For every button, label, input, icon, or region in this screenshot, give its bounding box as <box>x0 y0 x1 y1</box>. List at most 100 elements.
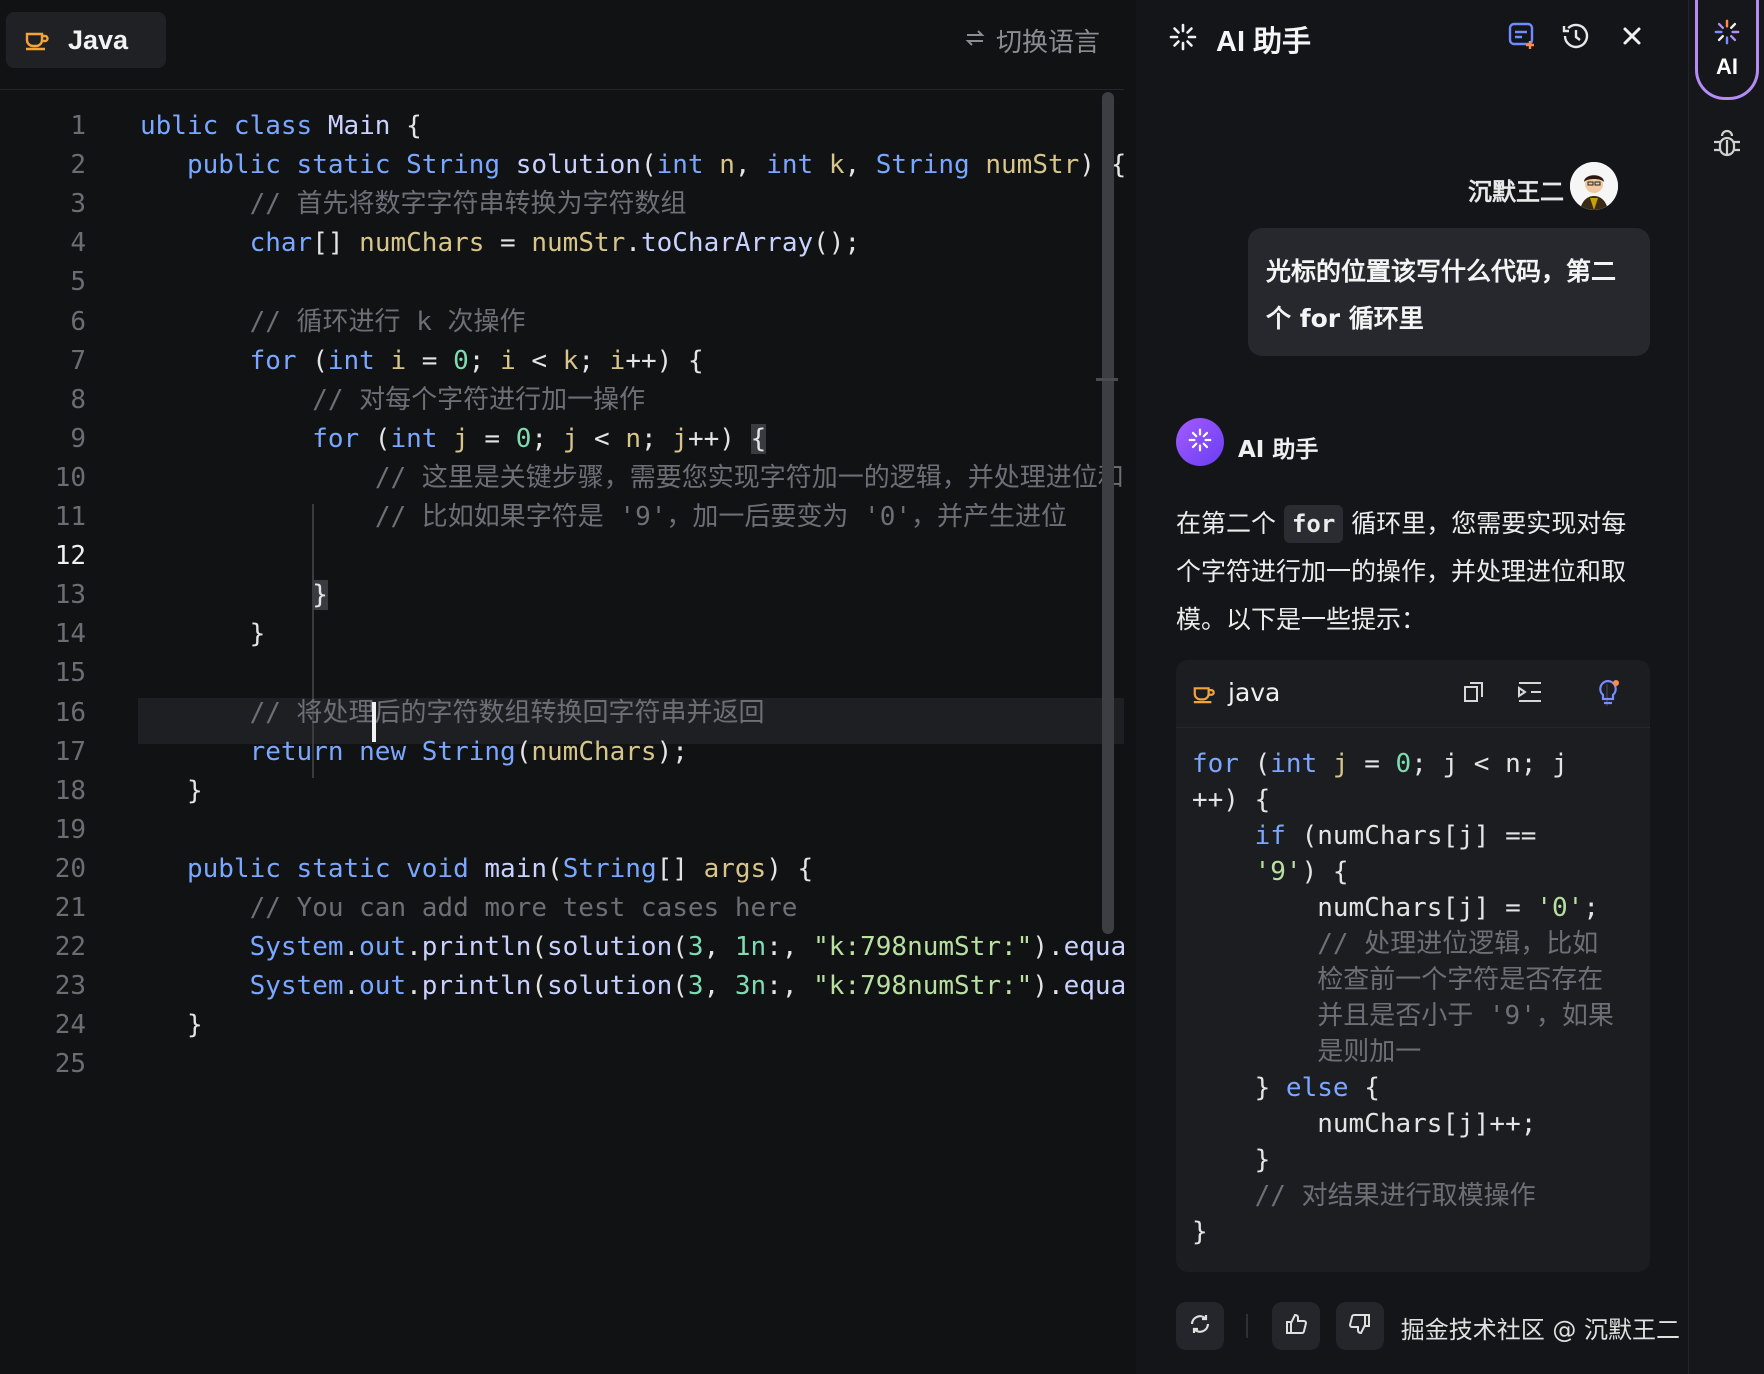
code-token: } <box>140 775 203 806</box>
thumbs-down-icon <box>1348 1312 1372 1340</box>
code-token: for <box>1192 749 1239 779</box>
editor-scrollbar[interactable] <box>1102 92 1114 934</box>
code-line[interactable]: 6 // 循环进行 k 次操作 <box>0 300 1124 344</box>
user-avatar <box>1570 162 1618 210</box>
code-token: return <box>249 736 360 767</box>
code-token: args <box>703 853 767 884</box>
code-line[interactable]: 21 // You can add more test cases here <box>0 886 1124 930</box>
line-code: for (int j = 0; j < n; j++) { <box>140 417 767 461</box>
code-line[interactable]: 16 // 将处理后的字符数组转换回字符串并返回 <box>0 691 1124 735</box>
code-token: 3n <box>734 971 767 1002</box>
line-code: // 将处理后的字符数组转换回字符串并返回 <box>140 691 765 735</box>
explain-code-button[interactable] <box>1590 676 1626 712</box>
line-code: // You can add more test cases here <box>140 886 798 930</box>
code-line[interactable]: 12 <box>0 534 1124 578</box>
ai-assistant-toggle[interactable]: AI <box>1695 0 1759 100</box>
code-line[interactable]: 17 return new String(numChars); <box>0 730 1124 774</box>
code-line[interactable]: 19 <box>0 808 1124 852</box>
code-line[interactable]: 14 } <box>0 612 1124 656</box>
switch-language-label: 切换语言 <box>995 28 1100 58</box>
code-token: . <box>343 932 360 963</box>
code-token: 0 <box>515 423 532 454</box>
line-number: 1 <box>70 111 86 141</box>
code-line[interactable]: 10 // 这里是关键步骤，需要您实现字符加一的逻辑，并处理进位和 <box>0 456 1124 500</box>
code-token: k <box>562 345 579 376</box>
line-number: 12 <box>54 541 86 572</box>
code-token: ++) { <box>625 345 704 376</box>
code-token: < <box>578 423 626 454</box>
code-line[interactable]: 9 for (int j = 0; j < n; j++) { <box>0 417 1124 461</box>
code-token: ). <box>1032 932 1064 963</box>
code-token: class <box>233 111 328 141</box>
code-line[interactable]: 2 public static String solution(int n, i… <box>0 143 1124 187</box>
code-line[interactable]: 1 ublic class Main { <box>0 108 1124 148</box>
history-button[interactable] <box>1556 18 1596 58</box>
code-line[interactable]: 25 <box>0 1042 1124 1086</box>
thumbs-down-button[interactable] <box>1336 1302 1384 1350</box>
line-number: 17 <box>54 736 86 767</box>
code-line[interactable]: 18 } <box>0 769 1124 813</box>
switch-language-button[interactable]: 切换语言 <box>964 22 1100 59</box>
code-token: j <box>1332 749 1349 779</box>
code-token: } <box>140 1010 203 1041</box>
code-line[interactable]: 11 // 比如如果字符是 '9'，加一后要变为 '0'，并产生进位 <box>0 495 1124 539</box>
code-line[interactable]: 13 } <box>0 573 1124 617</box>
code-token: char <box>249 228 313 259</box>
line-number: 23 <box>54 971 86 1002</box>
code-token: // 循环进行 k 次操作 <box>249 306 526 337</box>
code-token: equa <box>1063 971 1124 1002</box>
code-token: int <box>327 345 391 376</box>
code-token: = <box>484 228 532 259</box>
code-token: 0 <box>453 345 469 376</box>
code-token: ; <box>1583 893 1599 923</box>
code-token: 是则加一 <box>1317 1037 1422 1067</box>
code-line[interactable]: 5 <box>0 260 1124 304</box>
java-cup-icon <box>1192 680 1216 708</box>
code-line[interactable]: 24 } <box>0 1003 1124 1047</box>
code-line[interactable]: 3 // 首先将数字字符串转换为字符数组 <box>0 182 1124 226</box>
user-message-header: 沉默王二 <box>1136 162 1688 214</box>
new-chat-button[interactable] <box>1502 18 1542 58</box>
regenerate-button[interactable] <box>1176 1302 1224 1350</box>
code-token: 检查前一个字符是否存在 <box>1317 965 1604 995</box>
code-token: j <box>562 423 579 454</box>
ai-avatar <box>1176 418 1224 466</box>
code-line[interactable]: 20 public static void main(String[] args… <box>0 847 1124 891</box>
line-number: 20 <box>54 853 86 884</box>
language-tab[interactable]: Java <box>6 12 166 68</box>
code-token: System <box>249 932 344 963</box>
watermark-text: 掘金技术社区 @ 沉默王二 <box>1400 1316 1680 1344</box>
insert-code-button[interactable] <box>1512 676 1548 712</box>
code-token: , <box>734 150 767 181</box>
code-line[interactable]: 22 System.out.println(solution(3, 1n:, "… <box>0 925 1124 969</box>
code-token: solution <box>515 150 641 181</box>
code-line[interactable]: 7 for (int i = 0; i < k; i++) { <box>0 339 1124 383</box>
code-line[interactable]: 23 System.out.println(solution(3, 3n:, "… <box>0 964 1124 1008</box>
code-line[interactable]: 15 <box>0 651 1124 695</box>
code-line[interactable]: 4 char[] numChars = numStr.toCharArray()… <box>0 221 1124 265</box>
code-token: ( <box>1238 749 1271 779</box>
code-token: j <box>453 423 469 454</box>
line-code: } <box>140 573 328 617</box>
code-token: numChars <box>359 228 485 259</box>
code-token: . <box>343 971 360 1002</box>
line-number: 25 <box>54 1049 86 1080</box>
copy-code-button[interactable] <box>1456 676 1492 712</box>
ai-assistant-panel: AI 助手 沉默王二 光标的位置该写什么代码，第二个 for 循环里 AI 助手… <box>1136 0 1688 1374</box>
close-assistant-button[interactable] <box>1612 18 1652 58</box>
debug-button[interactable] <box>1709 128 1745 164</box>
line-code: return new String(numChars); <box>140 730 688 774</box>
code-token: ; <box>531 423 563 454</box>
code-token: < <box>515 345 563 376</box>
code-text-area[interactable]: 1 ublic class Main {2 public static Strin… <box>0 108 1124 1348</box>
code-line[interactable]: 8 // 对每个字符进行加一操作 <box>0 378 1124 422</box>
code-token: ( <box>531 932 548 963</box>
code-token: { <box>390 111 422 141</box>
thumbs-up-button[interactable] <box>1272 1302 1320 1350</box>
